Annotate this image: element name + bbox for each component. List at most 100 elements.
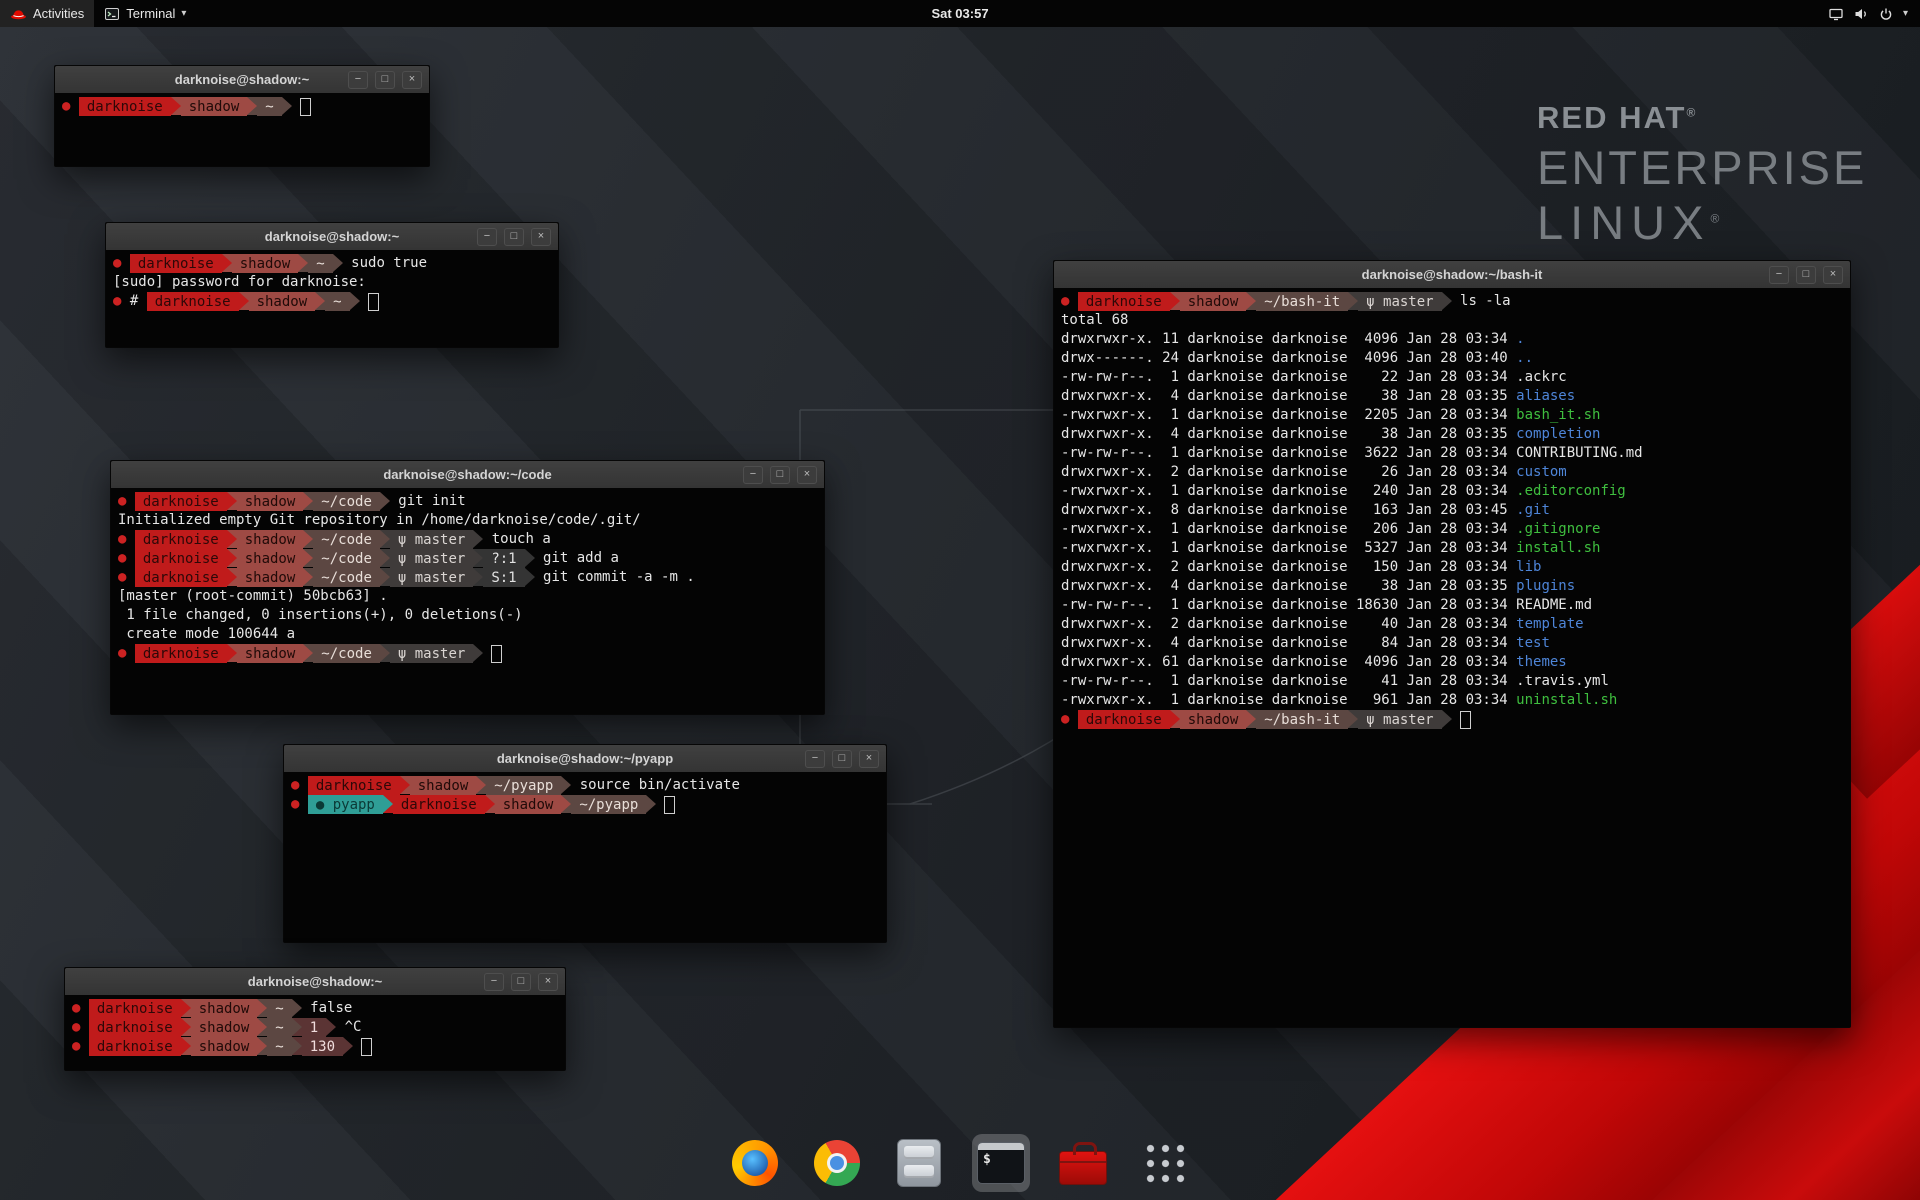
minimize-button[interactable]: − xyxy=(1769,266,1789,284)
terminal-content[interactable]: ● darknoiseshadow~/code git initInitiali… xyxy=(111,488,824,714)
terminal-line: -rwxrwxr-x. 1 darknoise darknoise 206 Ja… xyxy=(1061,520,1843,539)
dock-icon-chrome[interactable] xyxy=(808,1134,866,1192)
powerline-arrow-icon xyxy=(1442,292,1452,310)
window-controls: −□ × xyxy=(484,968,558,995)
powerline-arrow-icon xyxy=(239,292,249,310)
prompt-segment-host: shadow xyxy=(191,1018,258,1037)
maximize-button[interactable]: □ xyxy=(504,228,524,246)
prompt-segment-path: ~/bash-it xyxy=(1256,292,1348,311)
powerline-arrow-icon xyxy=(257,1018,267,1036)
terminal-line: total 68 xyxy=(1061,311,1843,330)
terminal-text: drwxrwxr-x. 11 darknoise darknoise 4096 … xyxy=(1061,330,1516,349)
close-button[interactable]: × xyxy=(797,466,817,484)
terminal-text: themes xyxy=(1516,653,1567,672)
redhat-prompt-icon: ● xyxy=(291,795,308,814)
terminal-icon-glyph: $ xyxy=(983,1152,991,1167)
terminal-content[interactable]: ● darknoiseshadow~/pyapp source bin/acti… xyxy=(284,772,886,942)
window-title: darknoise@shadow:~ xyxy=(265,229,399,244)
powerline-arrow-icon xyxy=(473,530,483,548)
maximize-button[interactable]: □ xyxy=(832,750,852,768)
maximize-button[interactable]: □ xyxy=(511,973,531,991)
close-button[interactable]: × xyxy=(531,228,551,246)
prompt-segment-user: darknoise xyxy=(393,795,485,814)
window-titlebar[interactable]: darknoise@shadow:~−□× xyxy=(65,968,565,996)
prompt-segment-host: shadow xyxy=(495,795,562,814)
terminal-text: -rw-rw-r--. 1 darknoise darknoise 3622 J… xyxy=(1061,444,1516,463)
terminal-text: drwxrwxr-x. 4 darknoise darknoise 84 Jan… xyxy=(1061,634,1516,653)
terminal-window-home-sudo[interactable]: darknoise@shadow:~−□×● darknoiseshadow~ … xyxy=(105,222,559,348)
dock: $ xyxy=(726,1134,1194,1192)
redhat-logo-icon xyxy=(10,6,27,21)
powerline-arrow-icon xyxy=(303,549,313,567)
terminal-line: -rw-rw-r--. 1 darknoise darknoise 18630 … xyxy=(1061,596,1843,615)
terminal-text: source bin/activate xyxy=(571,776,740,795)
terminal-content[interactable]: ● darknoiseshadow~/bash-itψ master ls -l… xyxy=(1054,288,1850,1027)
close-button[interactable]: × xyxy=(1823,266,1843,284)
powerline-arrow-icon xyxy=(181,1018,191,1036)
powerline-arrow-icon xyxy=(333,254,343,272)
dock-icon-files[interactable] xyxy=(890,1134,948,1192)
window-titlebar[interactable]: darknoise@shadow:~−□× xyxy=(55,66,429,94)
terminal-icon: $ xyxy=(977,1142,1025,1184)
terminal-window-pyapp[interactable]: darknoise@shadow:~/pyapp−□×● darknoisesh… xyxy=(283,744,887,943)
dock-icon-terminal[interactable]: $ xyxy=(972,1134,1030,1192)
close-button[interactable]: × xyxy=(402,71,422,89)
window-title: darknoise@shadow:~/bash-it xyxy=(1362,267,1543,282)
terminal-text: CONTRIBUTING.md xyxy=(1516,444,1642,463)
powerline-arrow-icon xyxy=(1170,292,1180,310)
dock-icon-toolbox[interactable] xyxy=(1054,1134,1112,1192)
prompt-segment-branch: ψ master xyxy=(390,568,473,587)
terminal-line: drwxrwxr-x. 4 darknoise darknoise 38 Jan… xyxy=(1061,387,1843,406)
minimize-button[interactable]: − xyxy=(477,228,497,246)
prompt-segment-gitinfo: S:1 xyxy=(483,568,524,587)
dock-icon-appgrid[interactable] xyxy=(1136,1134,1194,1192)
app-menu-terminal[interactable]: Terminal ▾ xyxy=(94,0,196,27)
terminal-window-home-exit[interactable]: darknoise@shadow:~−□×● darknoiseshadow~ … xyxy=(64,967,566,1071)
minimize-button[interactable]: − xyxy=(805,750,825,768)
terminal-line: Initialized empty Git repository in /hom… xyxy=(118,511,817,530)
terminal-content[interactable]: ● darknoiseshadow~ sudo true[sudo] passw… xyxy=(106,250,558,347)
powerline-arrow-icon xyxy=(561,776,571,794)
terminal-content[interactable]: ● darknoiseshadow~ xyxy=(55,93,429,166)
prompt-segment-host: shadow xyxy=(237,549,304,568)
window-titlebar[interactable]: darknoise@shadow:~ −□ × xyxy=(106,223,558,251)
maximize-button[interactable]: □ xyxy=(375,71,395,89)
redhat-prompt-icon: ● xyxy=(1061,710,1078,729)
clock[interactable]: Sat 03:57 xyxy=(931,6,988,21)
dock-icon-firefox[interactable] xyxy=(726,1134,784,1192)
minimize-button[interactable]: − xyxy=(348,71,368,89)
prompt-segment-path: ~/code xyxy=(313,644,380,663)
powerline-arrow-icon xyxy=(181,999,191,1017)
maximize-button[interactable]: □ xyxy=(770,466,790,484)
window-titlebar[interactable]: darknoise@shadow:~/bash-it −□ × xyxy=(1054,261,1850,289)
terminal-text: drwxrwxr-x. 4 darknoise darknoise 38 Jan… xyxy=(1061,387,1516,406)
terminal-line: ● darknoiseshadow~ xyxy=(62,97,422,116)
prompt-segment-host: shadow xyxy=(249,292,316,311)
prompt-segment-branch: ψ master xyxy=(390,530,473,549)
terminal-window-code[interactable]: darknoise@shadow:~/code−□×● darknoisesha… xyxy=(110,460,825,715)
powerline-arrow-icon xyxy=(298,254,308,272)
redhat-prompt-icon: ● xyxy=(72,1018,89,1037)
prompt-segment-user: darknoise xyxy=(135,568,227,587)
minimize-button[interactable]: − xyxy=(743,466,763,484)
close-button[interactable]: × xyxy=(538,973,558,991)
prompt-segment-path: ~ xyxy=(308,254,332,273)
terminal-line: -rwxrwxr-x. 1 darknoise darknoise 2205 J… xyxy=(1061,406,1843,425)
terminal-text: Initialized empty Git repository in /hom… xyxy=(118,511,641,530)
terminal-window-home-1[interactable]: darknoise@shadow:~−□×● darknoiseshadow~ xyxy=(54,65,430,167)
terminal-line: ● # darknoiseshadow~ xyxy=(113,292,551,311)
minimize-button[interactable]: − xyxy=(484,973,504,991)
window-titlebar[interactable]: darknoise@shadow:~/code−□× xyxy=(111,461,824,489)
window-controls: −□ × xyxy=(1769,261,1843,288)
close-button[interactable]: × xyxy=(859,750,879,768)
terminal-window-bash-it[interactable]: darknoise@shadow:~/bash-it −□ × ● darknoise… xyxy=(1053,260,1851,1028)
terminal-content[interactable]: ● darknoiseshadow~ false● darknoiseshado… xyxy=(65,995,565,1070)
prompt-segment-path: ~/code xyxy=(313,492,380,511)
system-status-area[interactable]: ▾ xyxy=(1820,0,1916,27)
activities-button[interactable]: Activities xyxy=(0,0,94,27)
terminal-text: lib xyxy=(1516,558,1541,577)
maximize-button[interactable]: □ xyxy=(1796,266,1816,284)
window-titlebar[interactable]: darknoise@shadow:~/pyapp−□× xyxy=(284,745,886,773)
powerline-arrow-icon xyxy=(303,492,313,510)
prompt-segment-branch: ψ master xyxy=(390,549,473,568)
